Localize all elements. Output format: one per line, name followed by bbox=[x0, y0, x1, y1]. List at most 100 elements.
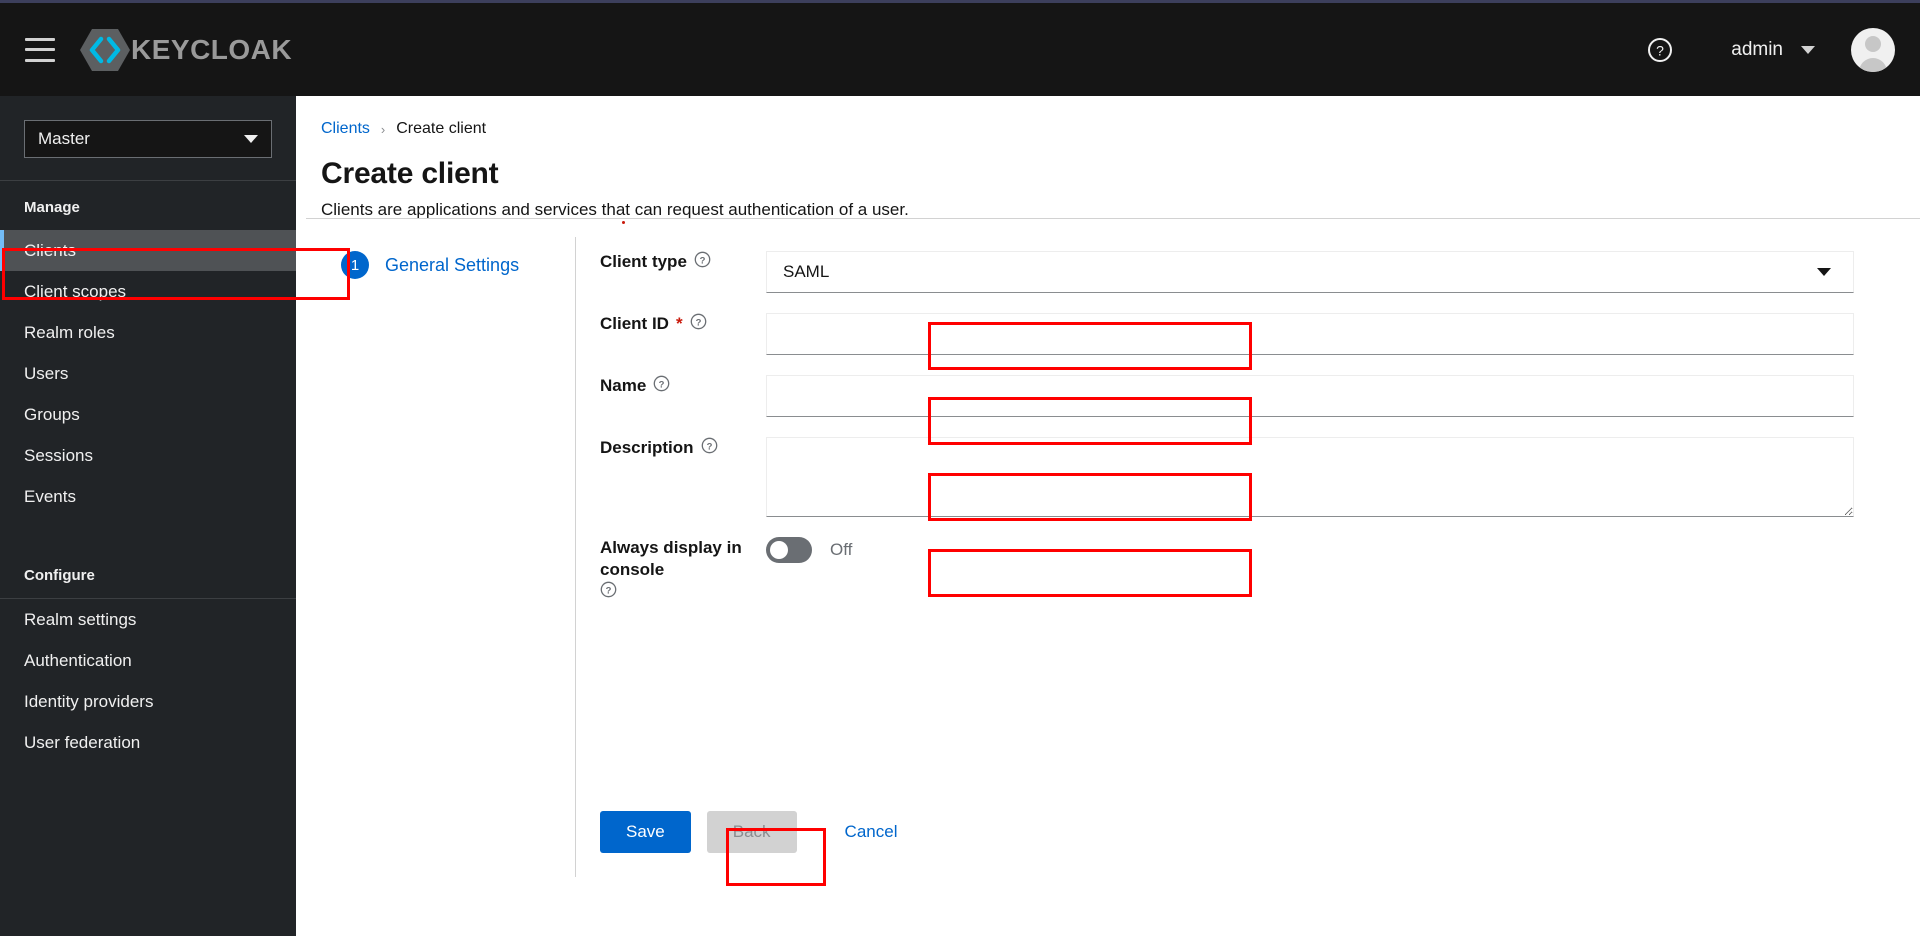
page-subtitle: Clients are applications and services th… bbox=[321, 200, 909, 219]
form-row-client-id: Client ID * ? bbox=[600, 313, 1870, 375]
sidebar-item-identity-providers[interactable]: Identity providers bbox=[0, 681, 296, 722]
masthead: KEYCLOAK ? admin bbox=[0, 0, 1920, 96]
client-type-label-group: Client type ? bbox=[600, 251, 766, 273]
client-type-field: SAML bbox=[766, 251, 1870, 293]
description-label-group: Description ? bbox=[600, 437, 766, 459]
page-header: Clients › Create client Create client Cl… bbox=[296, 96, 1920, 220]
always-display-state-text: Off bbox=[830, 540, 853, 559]
wizard-actions: Save Back Cancel bbox=[600, 811, 923, 853]
form-row-description: Description ? bbox=[600, 437, 1870, 537]
form-row-name: Name ? bbox=[600, 375, 1870, 437]
form-row-always-display: Always display in console ? Off bbox=[600, 537, 1870, 607]
sidebar-item-authentication[interactable]: Authentication bbox=[0, 640, 296, 681]
create-client-wizard: 1 General Settings Client type ? SAML Cl… bbox=[296, 219, 1920, 936]
svg-text:?: ? bbox=[1656, 42, 1664, 58]
realm-selector-wrapper: Master bbox=[0, 96, 296, 180]
sidebar: Master Manage Clients Client scopes Real… bbox=[0, 96, 296, 936]
avatar[interactable] bbox=[1851, 27, 1895, 72]
wizard-step-nav: 1 General Settings bbox=[341, 251, 576, 279]
help-circle-icon[interactable]: ? bbox=[701, 437, 718, 454]
description-label: Description bbox=[600, 438, 694, 457]
sidebar-item-realm-roles[interactable]: Realm roles bbox=[0, 312, 296, 353]
page-title: Create client bbox=[321, 157, 499, 190]
sidebar-item-user-federation[interactable]: User federation bbox=[0, 722, 296, 763]
sidebar-item-label: Groups bbox=[24, 404, 80, 424]
client-type-selected-value: SAML bbox=[783, 262, 830, 281]
sidebar-item-label: Sessions bbox=[24, 445, 93, 465]
decorative-dot bbox=[622, 221, 625, 224]
help-circle-icon[interactable]: ? bbox=[690, 313, 707, 330]
nav-group-title-manage: Manage bbox=[24, 199, 80, 216]
always-display-label-group: Always display in console ? bbox=[600, 537, 766, 598]
sidebar-item-label: Authentication bbox=[24, 650, 132, 670]
sidebar-item-label: Identity providers bbox=[24, 691, 154, 711]
realm-selector-value: Master bbox=[38, 129, 90, 148]
step-label: General Settings bbox=[385, 254, 520, 275]
nav-group-title-configure: Configure bbox=[24, 567, 95, 584]
required-asterisk: * bbox=[675, 314, 683, 333]
sidebar-item-label: Realm roles bbox=[24, 322, 115, 342]
svg-text:?: ? bbox=[695, 317, 701, 328]
client-id-input[interactable] bbox=[766, 313, 1854, 355]
description-field bbox=[766, 437, 1870, 517]
wizard-step-general-settings[interactable]: 1 General Settings bbox=[341, 251, 576, 279]
help-circle-icon[interactable]: ? bbox=[653, 375, 670, 392]
breadcrumb: Clients › Create client bbox=[321, 120, 1920, 138]
save-button[interactable]: Save bbox=[600, 811, 691, 853]
hamburger-icon[interactable] bbox=[25, 37, 55, 62]
sidebar-item-events[interactable]: Events bbox=[0, 476, 296, 517]
user-name-label: admin bbox=[1731, 38, 1783, 60]
sidebar-item-realm-settings[interactable]: Realm settings bbox=[0, 599, 296, 640]
always-display-toggle[interactable] bbox=[766, 537, 812, 563]
back-button: Back bbox=[706, 811, 797, 853]
keycloak-admin-console: KEYCLOAK ? admin Master Manage Clients C… bbox=[0, 0, 1920, 936]
sidebar-item-groups[interactable]: Groups bbox=[0, 394, 296, 435]
sidebar-item-clients[interactable]: Clients bbox=[0, 230, 296, 271]
name-input[interactable] bbox=[766, 375, 1854, 417]
toggle-knob bbox=[770, 541, 788, 559]
client-type-label: Client type bbox=[600, 252, 687, 271]
caret-down-icon bbox=[1817, 268, 1831, 276]
sidebar-item-label: Users bbox=[24, 363, 69, 383]
name-field bbox=[766, 375, 1870, 417]
sidebar-item-client-scopes[interactable]: Client scopes bbox=[0, 271, 296, 312]
sidebar-item-users[interactable]: Users bbox=[0, 353, 296, 394]
sidebar-item-label: User federation bbox=[24, 732, 141, 752]
description-textarea[interactable] bbox=[766, 437, 1854, 517]
brand-name: KEYCLOAK bbox=[131, 33, 293, 65]
sidebar-item-sessions[interactable]: Sessions bbox=[0, 435, 296, 476]
chevron-right-icon: › bbox=[380, 121, 386, 137]
always-display-field: Off bbox=[766, 537, 1870, 563]
name-label-group: Name ? bbox=[600, 375, 766, 397]
wizard-vertical-divider bbox=[575, 237, 576, 877]
svg-text:?: ? bbox=[659, 379, 665, 390]
always-display-label: Always display in console bbox=[600, 538, 742, 579]
breadcrumb-current: Create client bbox=[396, 120, 487, 137]
user-dropdown[interactable]: admin bbox=[1731, 39, 1815, 61]
help-circle-icon[interactable]: ? bbox=[694, 251, 711, 268]
main-content: Clients › Create client Create client Cl… bbox=[296, 96, 1920, 936]
help-circle-icon[interactable]: ? bbox=[1637, 27, 1683, 73]
name-label: Name bbox=[600, 376, 647, 395]
client-id-label-group: Client ID * ? bbox=[600, 313, 766, 335]
client-id-field bbox=[766, 313, 1870, 355]
realm-selector[interactable]: Master bbox=[24, 120, 272, 158]
sidebar-item-label: Realm settings bbox=[24, 609, 137, 629]
svg-text:?: ? bbox=[606, 585, 612, 596]
sidebar-item-label: Client scopes bbox=[24, 281, 127, 301]
sidebar-item-label: Clients bbox=[24, 240, 76, 260]
client-type-select[interactable]: SAML bbox=[766, 251, 1854, 293]
chevron-down-icon bbox=[1801, 45, 1815, 54]
step-number: 1 bbox=[341, 251, 369, 279]
sidebar-item-label: Events bbox=[24, 486, 76, 506]
breadcrumb-link-clients[interactable]: Clients bbox=[321, 120, 370, 138]
keycloak-logo-icon bbox=[80, 28, 130, 71]
masthead-actions: ? admin bbox=[1637, 27, 1920, 73]
caret-down-icon bbox=[244, 135, 258, 143]
form-row-client-type: Client type ? SAML bbox=[600, 251, 1870, 313]
general-settings-form: Client type ? SAML Client ID * ? Name ? … bbox=[600, 251, 1870, 607]
cancel-button[interactable]: Cancel bbox=[819, 811, 924, 853]
help-circle-icon[interactable]: ? bbox=[600, 581, 617, 598]
brand-logo[interactable]: KEYCLOAK bbox=[79, 27, 292, 73]
